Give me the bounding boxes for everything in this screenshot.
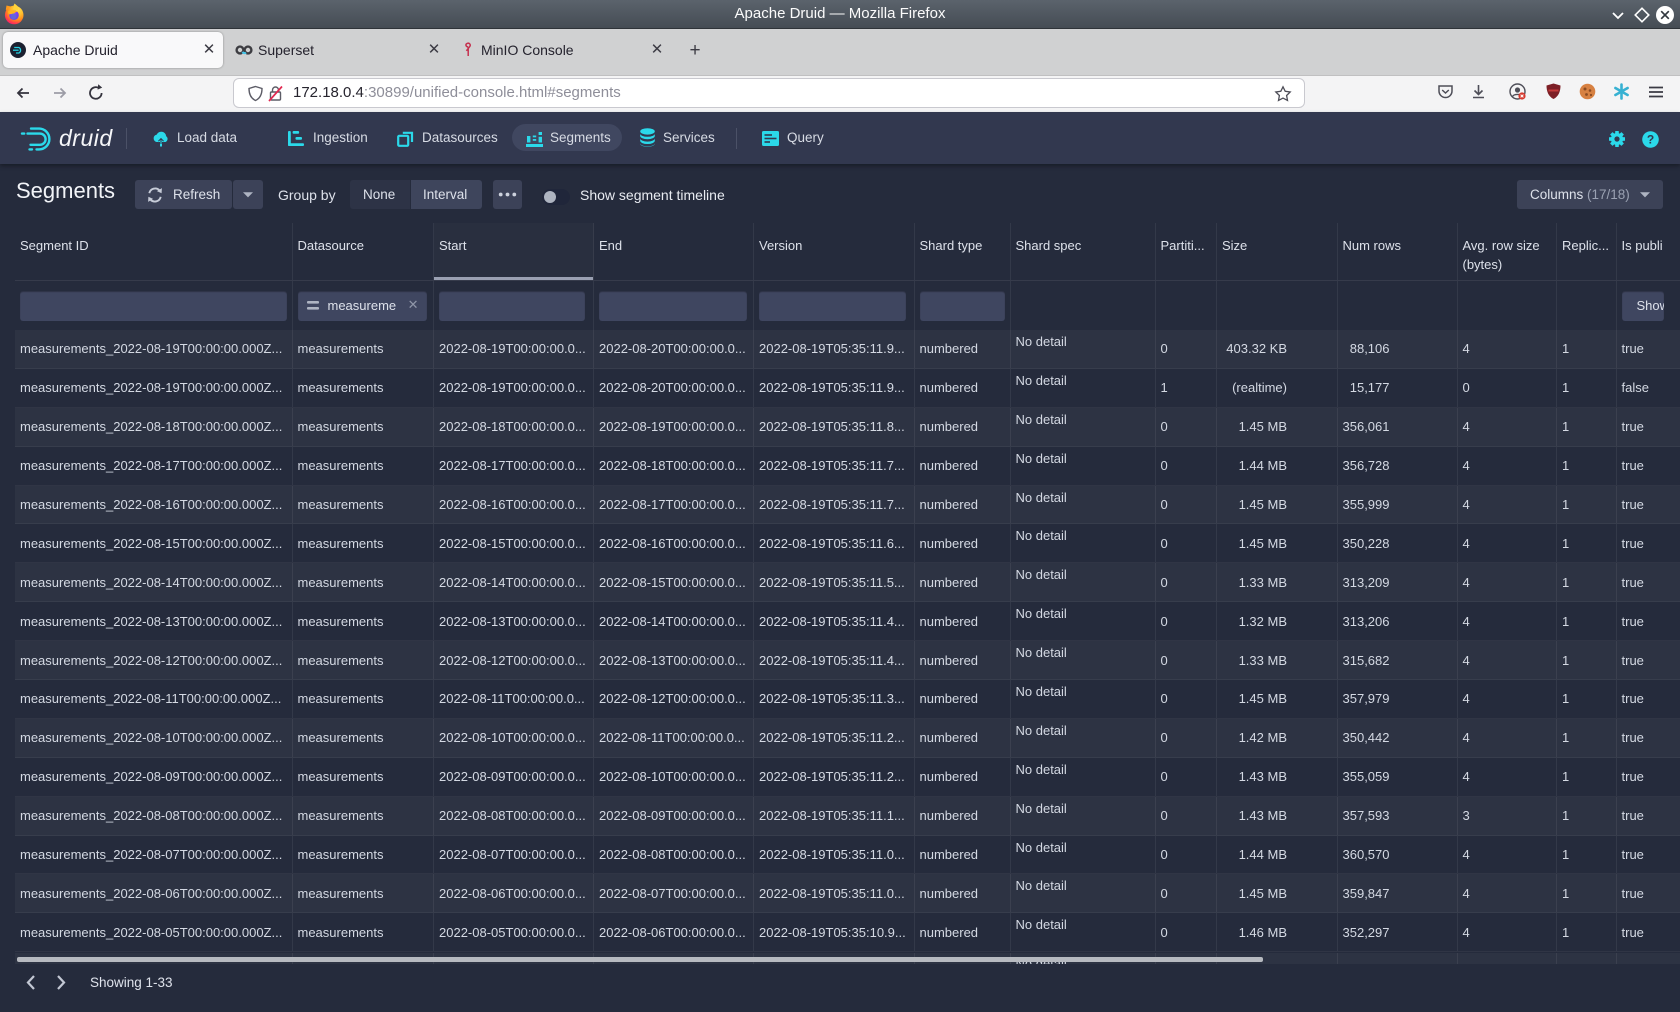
svg-text:?: ? (1647, 133, 1654, 147)
